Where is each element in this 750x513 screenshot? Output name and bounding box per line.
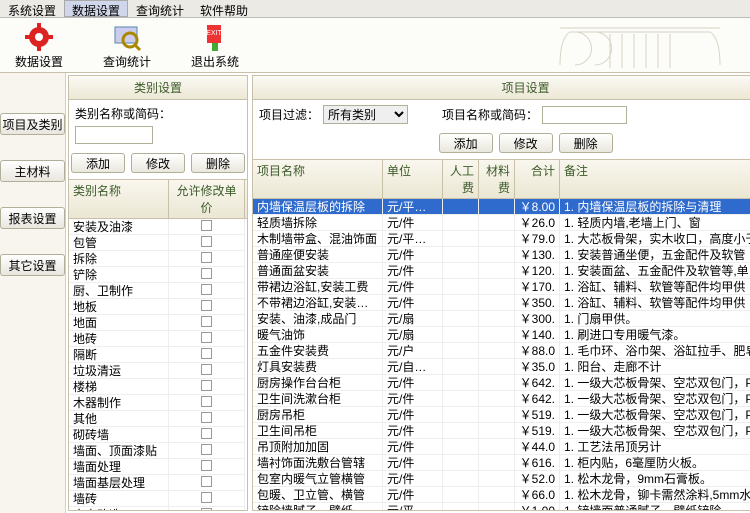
category-row[interactable]: 墙面基层处理: [69, 475, 247, 491]
decorative-column-icon: [540, 20, 740, 70]
project-row[interactable]: 包暖、卫立管、横管元/件￥66.01. 松木龙骨，铆卡需然涂料,5mm水泥压力: [253, 487, 750, 503]
project-row[interactable]: 内墙保温层板的拆除元/平方米￥8.001. 内墙保温层板的拆除与清理: [253, 199, 750, 215]
category-row[interactable]: 水电改造: [69, 507, 247, 510]
category-title: 类别设置: [69, 76, 247, 100]
project-row[interactable]: 厨房吊柜元/件￥519.1. 一级大芯板骨架、空芯双包门，PVC收: [253, 407, 750, 423]
category-row[interactable]: 铲除: [69, 267, 247, 283]
category-edit-btn[interactable]: 修改: [131, 153, 185, 173]
magnifier-icon: [111, 21, 143, 53]
exit-icon: EXIT: [199, 21, 231, 53]
project-name-label: 项目名称或简码：: [442, 106, 538, 123]
project-row[interactable]: 普通面盆安装元/件￥120.1. 安装面盆、五金配件及软管等,单: [253, 263, 750, 279]
tb-exit[interactable]: EXIT 退出系统: [191, 21, 239, 70]
project-title: 项目设置: [253, 76, 750, 100]
menubar: 系统设置 数据设置 查询统计 软件帮助: [0, 0, 750, 18]
project-row[interactable]: 暖气油饰元/扇￥140.1. 刷进口专用暖气漆。: [253, 327, 750, 343]
project-row[interactable]: 五金件安装费元/户￥88.01. 毛巾环、浴巾架、浴缸拉手、肥皂: [253, 343, 750, 359]
category-search-input[interactable]: [75, 126, 153, 144]
project-del-btn[interactable]: 删除: [559, 133, 613, 153]
project-grid[interactable]: 项目名称 单位 人工费 材料费 合计 备注 内墙保温层板的拆除元/平方米￥8.0…: [253, 159, 750, 510]
project-row[interactable]: 木制墙带盒、混油饰面元/平方米￥79.01. 大芯板骨架，实木收口，高度小于: [253, 231, 750, 247]
project-row[interactable]: 普通座便安装元/件￥130.1. 安装普通坐便，五金配件及软管: [253, 247, 750, 263]
project-row[interactable]: 包室内暖气立管横管元/件￥52.01. 松木龙骨，9mm石膏板。: [253, 471, 750, 487]
category-row[interactable]: 其他: [69, 411, 247, 427]
category-panel: 类别设置 类别名称或简码： 添加 修改 删除 类别名称允许修改单价 安装及油漆包…: [68, 75, 248, 511]
project-row[interactable]: 灯具安装费元/自然间￥35.01. 阳台、走廊不计: [253, 359, 750, 375]
project-row[interactable]: 铲除墙腻子、壁纸元/平方米￥1.001. 铲墙面普通腻子、壁纸铲除。: [253, 503, 750, 510]
category-row[interactable]: 厨、卫制作: [69, 283, 247, 299]
project-row[interactable]: 安装、油漆,成品门元/扇￥300.1. 门扇甲供。: [253, 311, 750, 327]
project-row[interactable]: 吊顶附加加固元/件￥44.01. 工艺法吊顶另计: [253, 439, 750, 455]
category-row[interactable]: 木器制作: [69, 395, 247, 411]
project-row[interactable]: 不带裙边浴缸,安装工费元/件￥350.1. 浴缸、辅料、软管等配件均甲供: [253, 295, 750, 311]
project-row[interactable]: 卫生间吊柜元/件￥519.1. 一级大芯板骨架、空芯双包门，PVC收: [253, 423, 750, 439]
gear-icon: [23, 21, 55, 53]
side-btn-other[interactable]: 其它设置: [0, 254, 65, 276]
project-row[interactable]: 墙衬饰面洗敷台管辖元/件￥616.1. 柜内贴，6毫厘防火板。: [253, 455, 750, 471]
category-row[interactable]: 墙面、顶面漆贴: [69, 443, 247, 459]
project-row[interactable]: 轻质墙拆除元/件￥26.01. 轻质内墙,老墙上门、窗: [253, 215, 750, 231]
category-add-btn[interactable]: 添加: [71, 153, 125, 173]
project-row[interactable]: 厨房操作台台柜元/件￥642.1. 一级大芯板骨架、空芯双包门，PVC收: [253, 375, 750, 391]
category-row[interactable]: 楼梯: [69, 379, 247, 395]
category-row[interactable]: 包管: [69, 235, 247, 251]
filter-select[interactable]: 所有类别: [323, 105, 408, 124]
menu-system[interactable]: 系统设置: [0, 0, 64, 17]
category-row[interactable]: 地砖: [69, 331, 247, 347]
project-edit-btn[interactable]: 修改: [499, 133, 553, 153]
side-nav: 项目及类别 主材料 报表设置 其它设置: [0, 73, 66, 513]
category-row[interactable]: 隔断: [69, 347, 247, 363]
filter-label: 项目过滤：: [259, 106, 319, 123]
category-grid[interactable]: 类别名称允许修改单价 安装及油漆包管拆除铲除厨、卫制作地板地面地砖隔断垃圾清运楼…: [69, 179, 247, 510]
category-row[interactable]: 地板: [69, 299, 247, 315]
project-row[interactable]: 卫生间洗漱台柜元/件￥642.1. 一级大芯板骨架、空芯双包门，PVC收: [253, 391, 750, 407]
project-panel: 项目设置 项目过滤： 所有类别 项目名称或简码： 添加 修改 删除 项目名称 单…: [252, 75, 750, 511]
menu-data[interactable]: 数据设置: [64, 0, 128, 17]
svg-text:EXIT: EXIT: [206, 30, 222, 37]
category-row[interactable]: 墙面处理: [69, 459, 247, 475]
category-row[interactable]: 墙砖: [69, 491, 247, 507]
category-row[interactable]: 安装及油漆: [69, 219, 247, 235]
category-label: 类别名称或简码：: [75, 105, 171, 122]
category-row[interactable]: 砌砖墙: [69, 427, 247, 443]
tb-query[interactable]: 查询统计: [103, 21, 151, 70]
side-btn-items[interactable]: 项目及类别: [0, 113, 65, 135]
category-row[interactable]: 垃圾清运: [69, 363, 247, 379]
category-row[interactable]: 拆除: [69, 251, 247, 267]
tb-data-settings[interactable]: 数据设置: [15, 21, 63, 70]
side-btn-materials[interactable]: 主材料: [0, 160, 65, 182]
project-search-input[interactable]: [542, 106, 627, 124]
side-btn-reports[interactable]: 报表设置: [0, 207, 65, 229]
menu-help[interactable]: 软件帮助: [192, 0, 256, 17]
category-row[interactable]: 地面: [69, 315, 247, 331]
project-row[interactable]: 带裙边浴缸,安装工费元/件￥170.1. 浴缸、辅料、软管等配件均甲供: [253, 279, 750, 295]
menu-query[interactable]: 查询统计: [128, 0, 192, 17]
category-del-btn[interactable]: 删除: [191, 153, 245, 173]
toolbar: 数据设置 查询统计 EXIT 退出系统: [0, 18, 750, 73]
project-add-btn[interactable]: 添加: [439, 133, 493, 153]
